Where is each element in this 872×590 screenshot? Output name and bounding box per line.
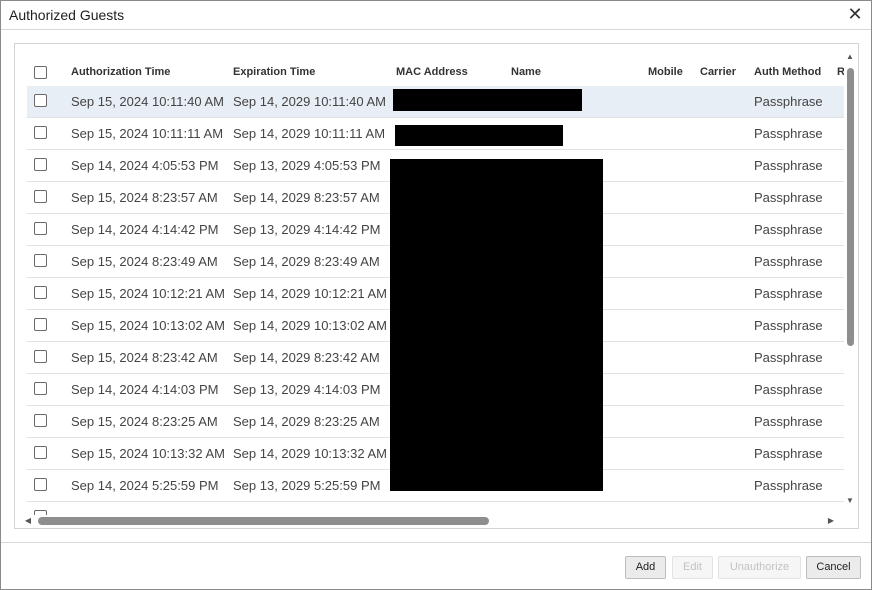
row-checkbox[interactable] <box>34 158 47 171</box>
expiration-time-cell: Sep 14, 2029 10:13:32 AM <box>233 446 387 461</box>
authorization-time-cell: Sep 14, 2024 4:14:42 PM <box>71 222 219 237</box>
authorization-time-cell: Sep 14, 2024 4:05:53 PM <box>71 158 219 173</box>
table-row[interactable] <box>27 502 844 515</box>
auth-method-cell: Passphrase <box>754 446 823 461</box>
horizontal-scroll-thumb[interactable] <box>38 517 489 525</box>
table-header: Authorization Time Expiration Time MAC A… <box>27 55 844 86</box>
authorization-time-cell: Sep 14, 2024 4:14:03 PM <box>71 382 219 397</box>
row-checkbox[interactable] <box>34 382 47 395</box>
row-checkbox[interactable] <box>34 286 47 299</box>
auth-method-cell: Passphrase <box>754 222 823 237</box>
row-checkbox[interactable] <box>34 478 47 491</box>
authorization-time-cell: Sep 15, 2024 10:12:21 AM <box>71 286 225 301</box>
expiration-time-cell: Sep 13, 2029 5:25:59 PM <box>233 478 381 493</box>
redaction-block <box>395 125 563 146</box>
expiration-time-cell: Sep 14, 2029 8:23:42 AM <box>233 350 380 365</box>
scroll-left-icon[interactable]: ◀ <box>23 515 33 527</box>
dialog-footer: Add Edit Unauthorize Cancel <box>1 542 871 590</box>
auth-method-cell: Passphrase <box>754 126 823 141</box>
authorization-time-cell: Sep 15, 2024 8:23:25 AM <box>71 414 218 429</box>
row-checkbox[interactable] <box>34 318 47 331</box>
table-viewport: Authorization Time Expiration Time MAC A… <box>15 44 844 515</box>
row-checkbox[interactable] <box>34 446 47 459</box>
vertical-scroll-thumb[interactable] <box>847 68 854 346</box>
auth-method-cell: Passphrase <box>754 382 823 397</box>
row-checkbox[interactable] <box>34 190 47 203</box>
expiration-time-cell: Sep 14, 2029 10:11:11 AM <box>233 126 386 141</box>
unauthorize-button[interactable]: Unauthorize <box>718 556 801 579</box>
expiration-time-cell: Sep 13, 2029 4:14:42 PM <box>233 222 381 237</box>
authorization-time-cell: Sep 15, 2024 10:13:02 AM <box>71 318 225 333</box>
redaction-block <box>390 159 603 491</box>
horizontal-scrollbar[interactable]: ◀ ▶ <box>15 515 844 527</box>
auth-method-cell: Passphrase <box>754 190 823 205</box>
scroll-up-icon[interactable]: ▲ <box>844 52 856 62</box>
authorization-time-cell: Sep 15, 2024 8:23:57 AM <box>71 190 218 205</box>
authorization-time-cell: Sep 15, 2024 10:11:11 AM <box>71 126 224 141</box>
auth-method-cell: Passphrase <box>754 254 823 269</box>
auth-method-cell: Passphrase <box>754 350 823 365</box>
row-checkbox[interactable] <box>34 414 47 427</box>
vertical-scrollbar[interactable]: ▲ ▼ <box>844 46 856 516</box>
expiration-time-cell: Sep 14, 2029 8:23:57 AM <box>233 190 380 205</box>
close-icon[interactable]: ✕ <box>845 4 865 24</box>
header-name[interactable]: Name <box>511 66 541 78</box>
header-carrier[interactable]: Carrier <box>700 66 736 78</box>
row-checkbox[interactable] <box>34 94 47 107</box>
auth-method-cell: Passphrase <box>754 414 823 429</box>
auth-method-cell: Passphrase <box>754 94 823 109</box>
expiration-time-cell: Sep 14, 2029 8:23:49 AM <box>233 254 380 269</box>
header-expiration-time[interactable]: Expiration Time <box>233 66 315 78</box>
authorization-time-cell: Sep 15, 2024 10:11:40 AM <box>71 94 224 109</box>
cancel-button[interactable]: Cancel <box>806 556 861 579</box>
auth-method-cell: Passphrase <box>754 318 823 333</box>
header-mac-address[interactable]: MAC Address <box>396 66 468 78</box>
expiration-time-cell: Sep 14, 2029 10:13:02 AM <box>233 318 387 333</box>
header-authorization-time[interactable]: Authorization Time <box>71 66 170 78</box>
redaction-block <box>393 89 582 111</box>
authorization-time-cell: Sep 14, 2024 5:25:59 PM <box>71 478 219 493</box>
authorization-time-cell: Sep 15, 2024 8:23:49 AM <box>71 254 218 269</box>
scroll-right-icon[interactable]: ▶ <box>826 515 836 527</box>
auth-method-cell: Passphrase <box>754 478 823 493</box>
expiration-time-cell: Sep 14, 2029 8:23:25 AM <box>233 414 380 429</box>
row-checkbox[interactable] <box>34 350 47 363</box>
auth-method-cell: Passphrase <box>754 158 823 173</box>
add-button[interactable]: Add <box>625 556 666 579</box>
select-all-checkbox[interactable] <box>34 66 47 79</box>
title-bar: Authorized Guests ✕ <box>1 1 871 30</box>
expiration-time-cell: Sep 13, 2029 4:14:03 PM <box>233 382 381 397</box>
expiration-time-cell: Sep 13, 2029 4:05:53 PM <box>233 158 381 173</box>
authorization-time-cell: Sep 15, 2024 10:13:32 AM <box>71 446 225 461</box>
header-truncated-column[interactable]: R <box>837 66 844 78</box>
edit-button[interactable]: Edit <box>672 556 713 579</box>
dialog-title: Authorized Guests <box>9 7 125 23</box>
expiration-time-cell: Sep 14, 2029 10:11:40 AM <box>233 94 386 109</box>
row-checkbox[interactable] <box>34 126 47 139</box>
row-checkbox[interactable] <box>34 254 47 267</box>
authorized-guests-dialog: Authorized Guests ✕ Authorization Time E… <box>0 0 872 590</box>
row-checkbox[interactable] <box>34 222 47 235</box>
authorization-time-cell: Sep 15, 2024 8:23:42 AM <box>71 350 218 365</box>
header-mobile[interactable]: Mobile <box>648 66 683 78</box>
guests-table: Authorization Time Expiration Time MAC A… <box>14 43 859 529</box>
header-auth-method[interactable]: Auth Method <box>754 66 821 78</box>
scroll-down-icon[interactable]: ▼ <box>844 496 856 506</box>
auth-method-cell: Passphrase <box>754 286 823 301</box>
expiration-time-cell: Sep 14, 2029 10:12:21 AM <box>233 286 387 301</box>
